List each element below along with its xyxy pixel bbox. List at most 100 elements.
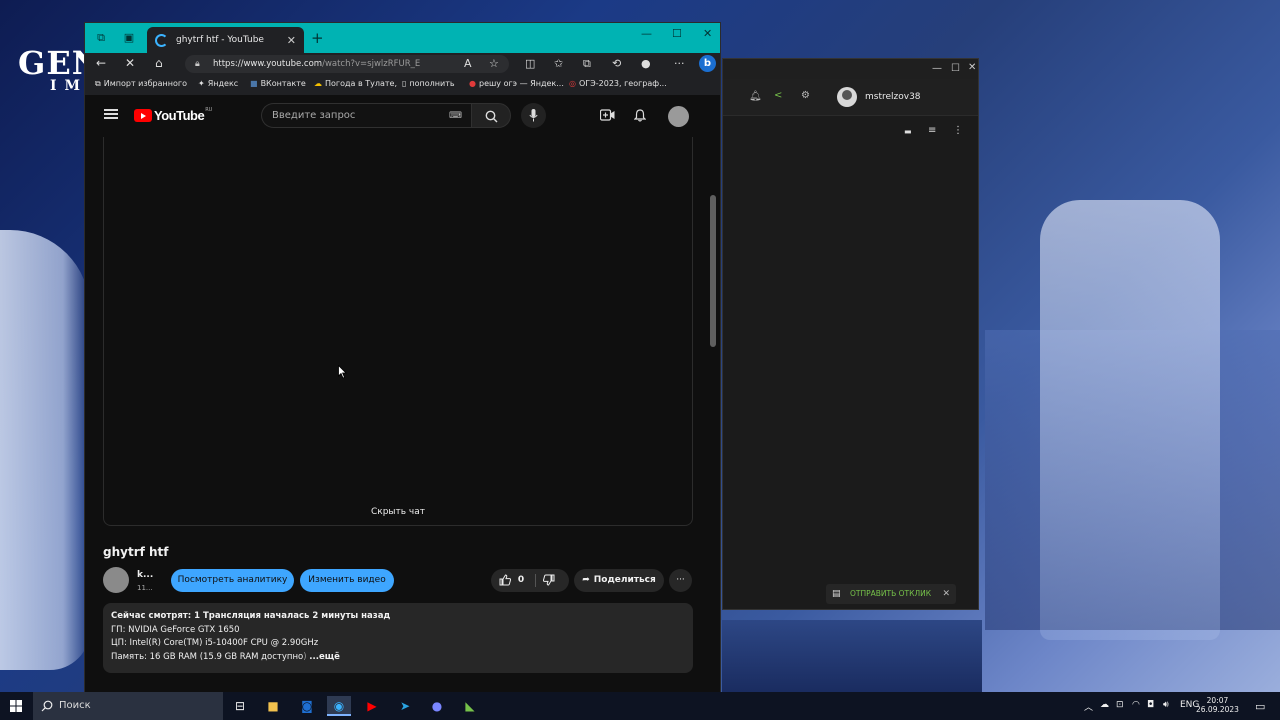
split-screen-icon[interactable]: ◫ [525,57,535,70]
lock-icon: 🔒︎ [195,59,200,69]
side-app-header: 🔔︎ < ⚙ mstrelzov38 [723,79,978,116]
outlook-icon[interactable]: ◙ [295,696,319,716]
account-avatar[interactable] [668,106,689,127]
wallpaper-waterfall [1040,200,1220,640]
weather-icon: ☁ [314,79,322,88]
microphone-icon [529,109,538,122]
close-window-button[interactable]: ✕ [968,62,976,73]
settings-more-icon[interactable]: ··· [674,57,685,70]
system-clock[interactable]: 20:07 26.09.2023 [1196,696,1239,714]
tray-overflow-icon[interactable]: ︿ [1084,700,1093,713]
url-field[interactable]: 🔒︎ https://www.youtube.com/watch?v=sjwlz… [185,55,509,73]
stop-loading-icon[interactable]: ✕ [125,56,135,70]
favorite-star-icon[interactable]: ☆ [489,57,499,70]
edit-video-button[interactable]: Изменить видео [300,569,394,592]
windows-start-icon[interactable] [10,700,22,712]
tray-app-icon[interactable]: ⊡ [1116,700,1124,710]
hide-chat-button[interactable]: Скрыть чат [104,507,692,517]
description-line: ГП: NVIDIA GeForce GTX 1650 [111,624,240,635]
youtube-logo[interactable]: YouTube RU [134,107,212,123]
video-description[interactable]: Сейчас смотрят: 1 Трансляция началась 2 … [103,603,693,673]
edge-browser-icon[interactable]: ◉ [327,696,351,716]
user-avatar[interactable] [837,87,857,107]
share-icon[interactable]: < [774,90,782,101]
channel-avatar[interactable] [103,567,129,593]
youtube-app-icon[interactable]: ▶ [360,696,384,716]
onedrive-icon[interactable]: ☁ [1100,700,1109,710]
bell-icon[interactable]: 🔔︎ [749,91,762,102]
star-icon: ✦ [198,79,205,88]
read-aloud-icon[interactable]: A [464,57,472,70]
description-line: Сейчас смотрят: 1 Трансляция началась 2 … [111,611,391,621]
task-view-icon[interactable]: ⊟ [228,696,252,716]
layout-icon[interactable]: ▬ [904,127,912,136]
home-icon[interactable]: ⌂ [155,56,163,70]
fav-item-weather[interactable]: ☁ Погода в Тулате, [314,79,397,88]
page-scrollbar[interactable] [710,195,716,347]
search-icon [41,700,53,712]
channel-name[interactable]: k... [137,570,153,580]
like-button[interactable]: 0 [499,569,524,592]
create-video-icon[interactable] [599,109,615,124]
show-more-link[interactable]: ...ещё [309,652,340,662]
close-tab-icon[interactable]: ✕ [287,34,296,47]
fav-item-reshu-oge[interactable]: ● решу огэ — Яндек... [469,79,564,88]
search-input[interactable]: Введите запрос [261,103,471,128]
fav-item-import[interactable]: ⧉ Импорт избранного [95,79,187,89]
kebab-menu-icon[interactable]: ⋮ [953,125,963,136]
live-chat-frame[interactable]: Скрыть чат [103,137,693,526]
browser-tab-youtube[interactable]: ghytrf htf - YouTube ✕ [147,27,304,53]
like-separator [535,574,536,587]
maximize-button[interactable]: ☐ [672,27,682,40]
yandex-icon: ● [469,79,476,88]
volume-icon[interactable]: 🔊︎ [1163,700,1169,710]
youtube-header: YouTube RU Введите запрос ⌨ [85,95,720,137]
workspaces-icon[interactable]: ⧉ [95,32,107,44]
close-icon[interactable]: ✕ [942,584,950,604]
extension-icon[interactable]: ⟲ [612,57,621,70]
username[interactable]: mstrelzov38 [865,92,921,102]
nvidia-icon[interactable]: ◣ [458,696,482,716]
menu-icon[interactable] [104,109,118,119]
minimize-button[interactable]: — [932,63,942,74]
vk-icon: ■ [250,79,258,88]
minimize-button[interactable]: — [641,27,652,40]
fav-item-oge-geo[interactable]: ◎ ОГЭ-2023, географ... [569,79,667,88]
wifi-icon[interactable]: ◠ [1132,700,1140,710]
side-app-titlebar: — ☐ ✕ [723,59,978,79]
tab-actions-icon[interactable]: ▣ [123,32,135,44]
file-explorer-icon[interactable]: ■ [261,696,285,716]
favorites-icon[interactable]: ✩ [554,57,563,70]
thumbs-down-icon [542,574,555,586]
keyboard-icon[interactable]: ⌨ [449,111,462,121]
telegram-icon[interactable]: ➤ [393,696,417,716]
more-actions-icon[interactable]: ··· [669,569,692,592]
notification-center-icon[interactable]: ▭ [1255,700,1265,713]
gear-icon[interactable]: ⚙ [801,90,810,101]
taskbar-search[interactable]: Поиск [33,692,223,720]
send-feedback-button[interactable]: ▤ ОТПРАВИТЬ ОТКЛИК ✕ [826,584,956,604]
dislike-button[interactable] [542,569,555,592]
wallpaper-arch [722,620,982,692]
fav-item-vk[interactable]: ■ ВКонтакте [250,79,306,88]
search-button[interactable] [471,103,511,128]
back-icon[interactable]: ← [96,56,106,70]
maximize-button[interactable]: ☐ [951,63,960,74]
close-window-button[interactable]: ✕ [703,27,712,40]
loading-icon [155,33,168,47]
fav-item-topup[interactable]: ▯ пополнить [402,79,455,88]
collections-icon[interactable]: ⧉ [583,57,591,71]
share-button[interactable]: ➦ Поделиться [574,569,664,592]
notifications-bell-icon[interactable] [633,109,647,125]
site-icon: ◎ [569,79,576,88]
channel-subscribers: 11... [137,584,153,592]
fav-item-yandex[interactable]: ✦ Яндекс [198,79,238,88]
new-tab-button[interactable]: + [311,29,324,47]
discord-icon[interactable]: ● [425,696,449,716]
tray-app-icon[interactable]: ◘ [1147,700,1154,710]
profile-icon[interactable]: ● [641,57,651,70]
bing-icon[interactable]: b [699,55,716,72]
voice-search-button[interactable] [521,103,546,128]
analytics-button[interactable]: Посмотреть аналитику [171,569,294,592]
filter-icon[interactable]: ≡ [928,125,936,136]
